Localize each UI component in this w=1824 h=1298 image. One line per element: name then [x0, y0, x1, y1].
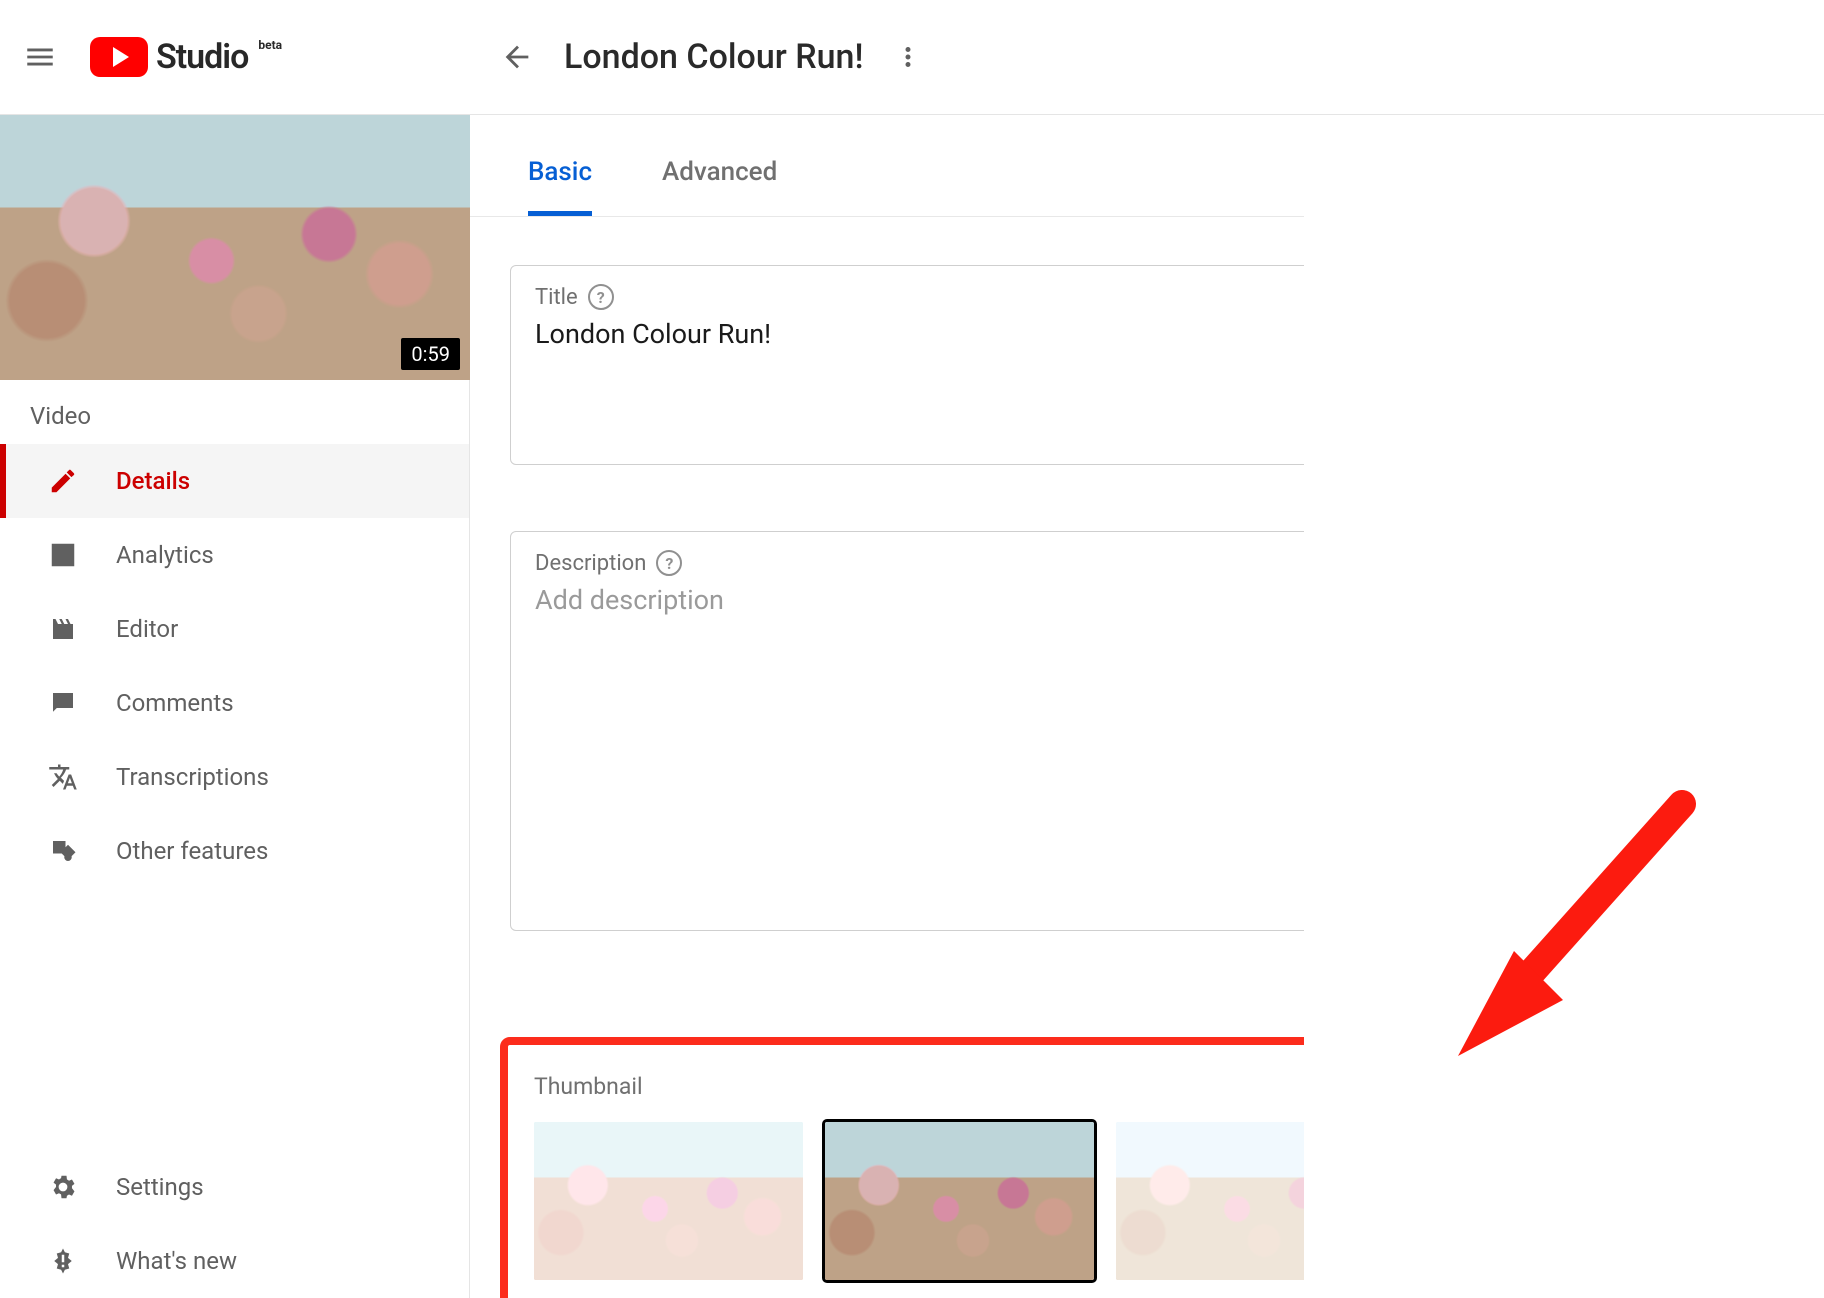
sidebar-item-label: Other features [116, 837, 268, 865]
sidebar-item-label: Comments [116, 689, 234, 717]
description-field-container: Description ? [510, 531, 1710, 931]
arrow-left-icon [500, 40, 534, 74]
sidebar-nav: Details Analytics Editor Comments Transc… [0, 444, 469, 1298]
thumbnail-heading: Thumbnail [534, 1073, 1676, 1100]
gear-icon [46, 1172, 80, 1202]
thumbnail-panel: Thumbnail Custom thumbnail (2MB or less)… [500, 1037, 1710, 1298]
left-sidebar: 0:59 Video Details Analytics Editor Comm… [0, 115, 470, 1298]
video-duration-badge: 0:59 [401, 338, 460, 370]
pencil-icon [46, 466, 80, 496]
sidebar-item-label: Settings [116, 1173, 204, 1201]
top-app-bar: Studio beta London Colour Run! [0, 0, 1824, 115]
help-icon[interactable]: ? [1593, 1205, 1615, 1227]
thumbnail-option-3[interactable] [1116, 1122, 1385, 1280]
alert-icon [46, 1246, 80, 1276]
sidebar-item-label: Transcriptions [116, 763, 269, 791]
custom-thumbnail-button[interactable]: Custom thumbnail (2MB or less) ? [1407, 1122, 1676, 1280]
thumbnail-option-1[interactable] [534, 1122, 803, 1280]
tab-basic[interactable]: Basic [528, 157, 592, 216]
title-field-label: Title [535, 285, 578, 310]
description-field-label: Description [535, 551, 646, 576]
description-input[interactable] [535, 584, 1685, 904]
clapper-icon [46, 614, 80, 644]
more-vert-icon [893, 42, 923, 72]
video-hero-thumbnail[interactable]: 0:59 [0, 115, 470, 380]
detail-tabs: Basic Advanced [470, 115, 1824, 217]
brand-logo[interactable]: Studio beta [90, 37, 282, 77]
overflow-menu-button[interactable] [893, 42, 923, 72]
custom-thumbnail-label: Custom thumbnail [1460, 1174, 1624, 1198]
sidebar-item-comments[interactable]: Comments [0, 666, 469, 740]
sidebar-item-label: Details [116, 467, 190, 495]
help-icon[interactable]: ? [588, 284, 614, 310]
sidebar-item-analytics[interactable]: Analytics [0, 518, 469, 592]
title-field-container: Title ? [510, 265, 1710, 465]
page-title: London Colour Run! [564, 37, 863, 77]
custom-thumbnail-sublabel: (2MB or less) [1468, 1204, 1587, 1228]
sidebar-item-whatsnew[interactable]: What's new [0, 1224, 469, 1298]
hamburger-icon [23, 40, 57, 74]
brand-label: Studio [156, 37, 248, 77]
tab-advanced[interactable]: Advanced [662, 157, 777, 216]
sidebar-item-details[interactable]: Details [0, 444, 469, 518]
main-content: Basic Advanced Title ? Description ? Thu… [470, 115, 1824, 1298]
help-icon[interactable]: ? [656, 550, 682, 576]
sidebar-item-label: What's new [116, 1247, 237, 1275]
comments-icon [46, 688, 80, 718]
sidebar-item-transcriptions[interactable]: Transcriptions [0, 740, 469, 814]
hamburger-menu-button[interactable] [0, 0, 80, 115]
sidebar-item-label: Editor [116, 615, 178, 643]
thumbnail-option-2[interactable] [825, 1122, 1094, 1280]
translate-icon [46, 762, 80, 792]
title-input[interactable] [535, 318, 1685, 414]
analytics-icon [46, 540, 80, 570]
other-icon [46, 836, 80, 866]
sidebar-item-other[interactable]: Other features [0, 814, 469, 888]
sidebar-item-label: Analytics [116, 541, 214, 569]
youtube-icon [90, 37, 148, 77]
sidebar-item-editor[interactable]: Editor [0, 592, 469, 666]
sidebar-section-heading: Video [0, 380, 469, 444]
sidebar-item-settings[interactable]: Settings [0, 1150, 469, 1224]
back-button[interactable] [500, 40, 534, 74]
beta-tag: beta [258, 38, 282, 52]
